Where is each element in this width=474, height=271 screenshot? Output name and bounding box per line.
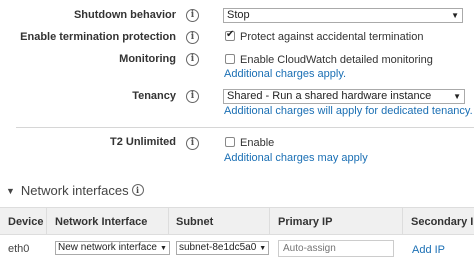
monitoring-info-icon[interactable]: i (186, 53, 199, 66)
primary-ip-input[interactable] (278, 240, 394, 257)
column-divider (46, 208, 47, 235)
cloudwatch-monitoring-text: Enable CloudWatch detailed monitoring (240, 54, 433, 66)
t2-unlimited-text: Enable (240, 137, 275, 149)
tenancy-charges-link[interactable]: Additional charges will apply for dedica… (224, 105, 473, 117)
shutdown-behavior-label: Shutdown behavior (73, 9, 176, 21)
column-divider (168, 208, 169, 235)
tenancy-label: Tenancy (132, 90, 176, 102)
t2-charges-link[interactable]: Additional charges may apply (224, 152, 368, 164)
col-network-interface: Network Interface (55, 216, 148, 228)
collapse-triangle-icon[interactable]: ▼ (6, 186, 15, 196)
t2-unlimited-checkbox[interactable] (225, 137, 235, 147)
col-primary-ip: Primary IP (278, 216, 333, 228)
col-secondary-ip: Secondary IP (411, 216, 474, 228)
shutdown-behavior-value: Stop (227, 9, 250, 21)
network-info-icon[interactable]: i (131, 184, 144, 196)
network-table-header: Device Network Interface Subnet Primary … (0, 207, 474, 235)
network-interface-select[interactable]: New network interface ▼ (55, 241, 170, 255)
col-subnet: Subnet (176, 216, 214, 228)
shutdown-info-icon[interactable]: i (186, 9, 199, 22)
monitoring-charges-link[interactable]: Additional charges apply. (224, 68, 346, 80)
chevron-down-icon: ▼ (453, 92, 461, 101)
subnet-select[interactable]: subnet-8e1dc5a0 ▼ (176, 241, 270, 255)
termination-info-icon[interactable]: i (186, 31, 199, 44)
chevron-down-icon: ▼ (159, 245, 167, 252)
tenancy-value: Shared - Run a shared hardware instance (227, 90, 432, 102)
col-device: Device (8, 216, 44, 228)
t2-unlimited-option[interactable]: Enable (225, 137, 274, 149)
tenancy-select[interactable]: Shared - Run a shared hardware instance … (223, 89, 465, 104)
subnet-value: subnet-8e1dc5a0 (179, 242, 257, 253)
network-interfaces-header[interactable]: ▼ Network interfaces i (6, 183, 144, 198)
termination-protection-checkbox[interactable] (225, 29, 235, 41)
column-divider (402, 208, 403, 235)
t2-info-icon[interactable]: i (186, 137, 199, 150)
cloudwatch-monitoring-checkbox[interactable] (225, 54, 235, 64)
termination-protection-option[interactable]: Protect against accidental termination (225, 29, 424, 43)
column-divider (269, 208, 270, 235)
add-ip-link[interactable]: Add IP (412, 244, 445, 256)
device-cell: eth0 (8, 243, 30, 255)
network-interface-value: New network interface (58, 242, 157, 253)
tenancy-info-icon[interactable]: i (186, 90, 199, 103)
t2-unlimited-label: T2 Unlimited (109, 136, 176, 148)
termination-protection-label: Enable termination protection (20, 31, 176, 43)
monitoring-label: Monitoring (119, 53, 176, 65)
cloudwatch-monitoring-option[interactable]: Enable CloudWatch detailed monitoring (225, 54, 433, 66)
network-interfaces-title: Network interfaces (20, 183, 129, 198)
termination-protection-text: Protect against accidental termination (240, 31, 424, 43)
shutdown-behavior-select[interactable]: Stop ▼ (223, 8, 463, 23)
chevron-down-icon: ▼ (451, 11, 459, 20)
section-divider (16, 127, 474, 128)
table-row: eth0 New network interface ▼ subnet-8e1dc… (0, 235, 474, 271)
chevron-down-icon: ▼ (259, 245, 267, 252)
